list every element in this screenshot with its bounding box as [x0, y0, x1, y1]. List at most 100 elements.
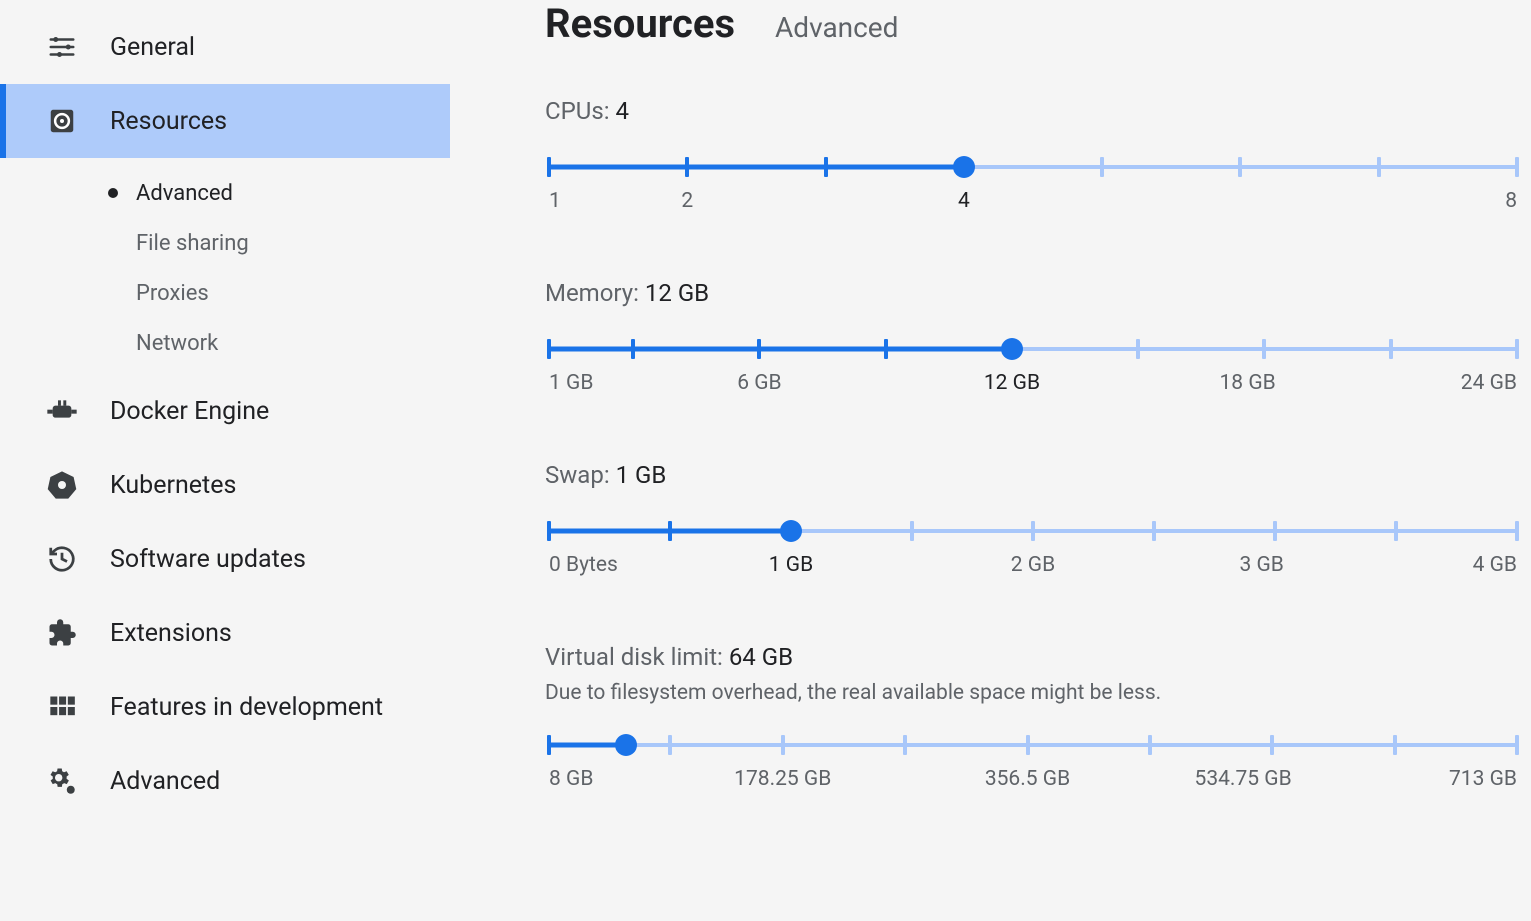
slider-tick-label: 2 GB [1011, 553, 1055, 577]
slider-tick [1377, 157, 1381, 177]
slider-tick [1515, 735, 1519, 755]
slider-tick-labels: 1 GB6 GB12 GB18 GB24 GB [549, 371, 1517, 401]
sidebar-item-features-dev[interactable]: Features in development [0, 670, 455, 744]
slider-tick-label: 8 [1505, 189, 1517, 213]
sidebar-item-software-updates[interactable]: Software updates [0, 522, 455, 596]
subnav-item-label: File sharing [136, 231, 249, 256]
disk-slider-thumb[interactable] [615, 734, 637, 756]
cpus-slider[interactable] [549, 155, 1517, 179]
disk-slider-wrap: 8 GB713 GB178.25 GB356.5 GB534.75 GB [545, 733, 1521, 797]
slider-tick [547, 735, 551, 755]
sidebar-item-resources[interactable]: Resources [0, 84, 450, 158]
subnav-item-label: Proxies [136, 281, 209, 306]
slider-tick-label: 1 GB [549, 371, 593, 395]
slider-tick [1152, 521, 1156, 541]
slider-tick [1273, 521, 1277, 541]
slider-tick-label: 178.25 GB [734, 767, 831, 791]
slider-tick [547, 339, 551, 359]
helm-icon [46, 469, 78, 501]
cpus-slider-thumb[interactable] [953, 156, 975, 178]
slider-tick [1031, 521, 1035, 541]
slider-tick [903, 735, 907, 755]
disk-hint: Due to filesystem overhead, the real ava… [545, 681, 1521, 705]
subnav-item-label: Advanced [136, 181, 233, 206]
sidebar-item-advanced[interactable]: Advanced [0, 744, 455, 818]
swap-slider-wrap: 0 Bytes1 GB2 GB3 GB4 GB [545, 519, 1521, 583]
memory-slider[interactable] [549, 337, 1517, 361]
cpus-value: 4 [615, 97, 629, 125]
disk-slider[interactable] [549, 733, 1517, 757]
slider-tick [1238, 157, 1242, 177]
setting-cpus: CPUs: 4 1 2 4 8 [545, 97, 1521, 219]
slider-tick-label: 4 GB [1473, 553, 1517, 577]
slider-tick-label: 3 GB [1239, 553, 1283, 577]
subnav-item-file-sharing[interactable]: File sharing [136, 218, 455, 268]
settings-sidebar: General Resources Advanced File sharing … [0, 0, 455, 897]
tune-icon [46, 31, 78, 63]
slider-tick [1515, 157, 1519, 177]
cpus-slider-wrap: 1 2 4 8 [545, 155, 1521, 219]
grid-icon [46, 691, 78, 723]
active-bullet-icon [108, 188, 118, 198]
slider-tick [668, 521, 672, 541]
memory-slider-thumb[interactable] [1001, 338, 1023, 360]
resources-subnav: Advanced File sharing Proxies Network [0, 158, 455, 374]
sidebar-item-general[interactable]: General [0, 10, 455, 84]
swap-slider-thumb[interactable] [780, 520, 802, 542]
slider-tick [1270, 735, 1274, 755]
slider-tick-labels: 1 2 4 8 [549, 189, 1517, 219]
slider-tick [910, 521, 914, 541]
slider-tick-label: 12 GB [984, 371, 1040, 395]
memory-label-text: Memory: [545, 279, 639, 307]
slider-tick-label: 534.75 GB [1195, 767, 1292, 791]
slider-tick [1148, 735, 1152, 755]
disk-value: 64 GB [729, 643, 793, 671]
slider-tick [1394, 521, 1398, 541]
subnav-item-advanced[interactable]: Advanced [136, 168, 455, 218]
subnav-item-label: Network [136, 331, 218, 356]
setting-swap: Swap: 1 GB0 Bytes1 GB2 GB3 GB4 GB [545, 461, 1521, 583]
sidebar-item-label: Advanced [110, 767, 220, 796]
settings-main: Resources Advanced CPUs: 41248 Memory: 1… [455, 0, 1531, 897]
slider-tick-label: 2 [681, 189, 693, 213]
sidebar-item-extensions[interactable]: Extensions [0, 596, 455, 670]
subnav-item-network[interactable]: Network [136, 318, 455, 368]
slider-tick [1100, 157, 1104, 177]
sidebar-item-label: Resources [110, 107, 227, 136]
subnav-item-proxies[interactable]: Proxies [136, 268, 455, 318]
slider-tick-label: 1 [549, 189, 561, 213]
swap-label: Swap: 1 GB [545, 461, 1521, 489]
sidebar-item-label: Features in development [110, 693, 383, 722]
slider-fill [549, 347, 1012, 352]
slider-tick-label: 4 [958, 189, 970, 213]
slider-tick [824, 157, 828, 177]
slider-tick-label: 8 GB [549, 767, 593, 791]
sidebar-item-kubernetes[interactable]: Kubernetes [0, 448, 455, 522]
slider-tick [685, 157, 689, 177]
setting-memory: Memory: 12 GB1 GB6 GB12 GB18 GB24 GB [545, 279, 1521, 401]
cpus-label: CPUs: 4 [545, 97, 1521, 125]
slider-tick [781, 735, 785, 755]
slider-tick-label: 713 GB [1449, 767, 1517, 791]
sidebar-item-label: General [110, 33, 195, 62]
memory-slider-wrap: 1 GB6 GB12 GB18 GB24 GB [545, 337, 1521, 401]
engine-icon [46, 395, 78, 427]
slider-tick [1515, 521, 1519, 541]
slider-tick-label: 18 GB [1220, 371, 1276, 395]
swap-slider[interactable] [549, 519, 1517, 543]
disc-icon [46, 105, 78, 137]
memory-label: Memory: 12 GB [545, 279, 1521, 307]
sidebar-item-label: Extensions [110, 619, 232, 648]
setting-disk: Virtual disk limit: 64 GB Due to filesyst… [545, 643, 1521, 797]
slider-tick-label: 1 GB [769, 553, 813, 577]
slider-tick [1026, 735, 1030, 755]
slider-tick-labels: 0 Bytes1 GB2 GB3 GB4 GB [549, 553, 1517, 583]
slider-fill [549, 165, 964, 170]
sidebar-item-docker-engine[interactable]: Docker Engine [0, 374, 455, 448]
slider-tick [668, 735, 672, 755]
slider-tick [757, 339, 761, 359]
slider-tick [1515, 339, 1519, 359]
slider-tick [547, 157, 551, 177]
cpus-label-text: CPUs: [545, 97, 610, 125]
disk-label: Virtual disk limit: 64 GB [545, 643, 1521, 671]
